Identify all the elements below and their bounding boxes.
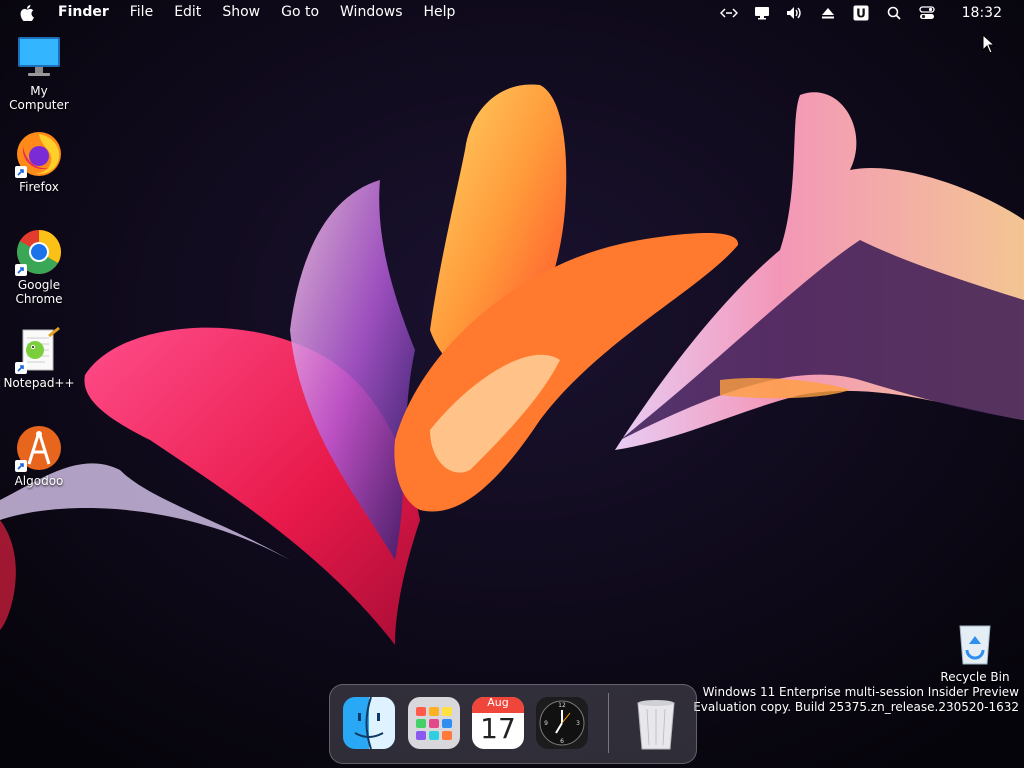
svg-text:3: 3 [576, 720, 580, 727]
desktop-icon-google-chrome[interactable]: Google Chrome [0, 228, 79, 306]
watermark-line-2: Evaluation copy. Build 25375.zn_release.… [693, 700, 1019, 714]
desktop-icon-notepadpp[interactable]: Notepad++ [0, 326, 79, 390]
dock-calendar[interactable]: Aug 17 [470, 695, 526, 751]
control-center-icon[interactable] [916, 4, 938, 22]
status-area: U 18:32 [707, 0, 1024, 25]
clock-icon: 12 3 6 9 [536, 697, 588, 749]
menu-file[interactable]: File [130, 0, 153, 25]
evaluation-watermark: Windows 11 Enterprise multi-session Insi… [693, 685, 1019, 715]
calendar-month: Aug [487, 696, 509, 709]
svg-text:12: 12 [558, 702, 566, 709]
apple-menu-icon[interactable] [20, 4, 38, 21]
desktop-icon-label: Recycle Bin [940, 670, 1010, 684]
shortcut-arrow-icon [15, 460, 27, 472]
calendar-day: 17 [480, 712, 516, 745]
dock-clock[interactable]: 12 3 6 9 [534, 695, 590, 751]
finder-icon [343, 696, 395, 750]
recycle-bin-icon [951, 620, 999, 668]
menu-help[interactable]: Help [424, 0, 456, 25]
menu-app-finder[interactable]: Finder [58, 0, 109, 25]
monitor-icon [15, 34, 63, 82]
algodoo-icon [15, 424, 63, 472]
shortcut-arrow-icon [15, 264, 27, 276]
dock-launchpad[interactable] [406, 695, 462, 751]
chrome-icon [15, 228, 63, 276]
desktop-icon-label: Notepad++ [3, 376, 75, 390]
desktop-icon-label: Firefox [19, 180, 59, 194]
launchpad-icon [408, 697, 460, 749]
svg-text:9: 9 [544, 720, 548, 727]
dock: Aug 17 12 3 6 9 [329, 684, 697, 764]
dock-trash[interactable] [628, 695, 684, 751]
notepadpp-icon [15, 326, 63, 374]
dock-finder[interactable] [341, 695, 397, 751]
svg-text:6: 6 [560, 738, 564, 745]
menu-show[interactable]: Show [222, 0, 260, 25]
volume-icon[interactable] [784, 4, 806, 22]
mouse-cursor-icon [982, 34, 996, 54]
desktop-icon-label: Algodoo [14, 474, 64, 488]
desktop-icon-recycle-bin[interactable]: Recycle Bin [935, 620, 1015, 684]
menu-clock[interactable]: 18:32 [962, 5, 1002, 21]
desktop-icon-firefox[interactable]: Firefox [0, 130, 79, 194]
shortcut-arrow-icon [15, 166, 27, 178]
desktop-icon-my-computer[interactable]: My Computer [0, 34, 79, 112]
menu-windows[interactable]: Windows [340, 0, 403, 25]
menu-go-to[interactable]: Go to [281, 0, 319, 25]
u-app-icon[interactable]: U [850, 4, 872, 22]
watermark-line-1: Windows 11 Enterprise multi-session Insi… [702, 685, 1019, 699]
menu-bar: Finder File Edit Show Go to Windows Help… [0, 0, 1024, 25]
firefox-icon [15, 130, 63, 178]
display-icon[interactable] [751, 4, 773, 22]
eject-icon[interactable] [817, 4, 839, 22]
desktop-icon-label: Google Chrome [15, 278, 63, 306]
svg-text:U: U [856, 6, 866, 20]
shortcut-arrow-icon [15, 362, 27, 374]
dock-separator [608, 693, 609, 753]
desktop-icon-algodoo[interactable]: Algodoo [0, 424, 79, 488]
code-arrows-icon[interactable] [718, 4, 740, 22]
trash-icon [637, 700, 675, 750]
desktop-icon-label: My Computer [9, 84, 69, 112]
search-icon[interactable] [883, 4, 905, 22]
desktop-wallpaper [0, 0, 1024, 768]
menu-edit[interactable]: Edit [174, 0, 201, 25]
